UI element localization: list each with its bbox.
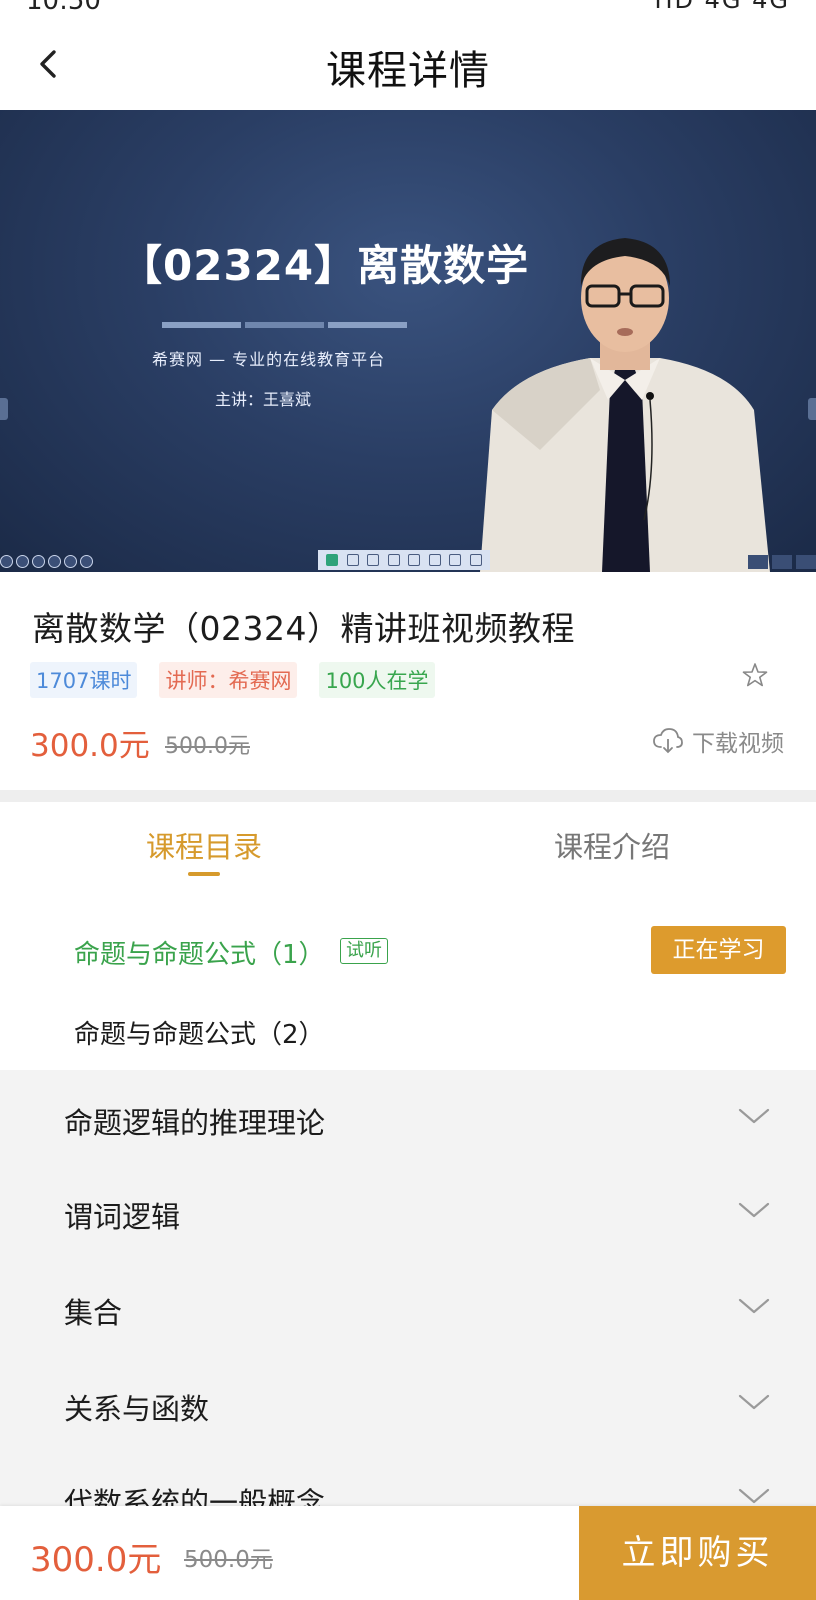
page-title: 课程详情 xyxy=(326,48,490,94)
chapter-item[interactable]: 集合 xyxy=(0,1260,816,1356)
course-detail-page: 10:50 HD 4G 4G 课程详情 【02324】离散数学 希赛网 — 专业… xyxy=(0,0,816,1600)
tab-intro[interactable]: 课程介绍 xyxy=(408,824,816,866)
chevron-down-icon xyxy=(738,1488,770,1504)
lesson-name: 命题与命题公式（2） xyxy=(74,1020,325,1050)
presenter-image xyxy=(480,238,770,572)
status-time: 10:50 xyxy=(26,0,101,16)
section-divider xyxy=(0,790,816,802)
chapter-item[interactable]: 命题逻辑的推理理论 xyxy=(0,1070,816,1166)
active-tab-indicator xyxy=(188,872,220,876)
next-arrow[interactable] xyxy=(808,398,816,420)
course-tags: 1707课时 讲师：希赛网 100人在学 xyxy=(30,662,435,698)
video-player[interactable]: 【02324】离散数学 希赛网 — 专业的在线教育平台 主讲：王喜斌 xyxy=(0,110,816,572)
slide-divider xyxy=(162,322,407,328)
chevron-down-icon xyxy=(738,1394,770,1410)
tab-catalog[interactable]: 课程目录 xyxy=(0,824,408,866)
status-bar: 10:50 HD 4G 4G xyxy=(0,0,816,18)
chevron-down-icon xyxy=(738,1202,770,1218)
chapter-item[interactable]: 谓词逻辑 xyxy=(0,1164,816,1260)
chapter-name: 命题逻辑的推理理论 xyxy=(64,1106,326,1140)
header: 课程详情 xyxy=(0,18,816,110)
prev-arrow[interactable] xyxy=(0,398,8,420)
hours-tag: 1707课时 xyxy=(30,662,138,698)
lesson-item[interactable]: 命题与命题公式（2） xyxy=(0,990,816,1070)
slide-title: 【02324】离散数学 xyxy=(120,241,530,290)
slide-subtitle: 希赛网 — 专业的在线教育平台 xyxy=(152,350,386,369)
chapter-list: 命题逻辑的推理理论 谓词逻辑 集合 关系与函数 代数系统的一般概念 xyxy=(0,1070,816,1510)
chevron-down-icon xyxy=(738,1108,770,1124)
trial-badge: 试听 xyxy=(340,938,388,964)
course-price: 300.0元 xyxy=(30,728,150,764)
player-controls-left[interactable] xyxy=(0,555,93,568)
chapter-item[interactable]: 代数系统的一般概念 xyxy=(0,1450,816,1510)
chapter-item[interactable]: 关系与函数 xyxy=(0,1356,816,1452)
chevron-down-icon xyxy=(738,1298,770,1314)
lesson-name: 命题与命题公式（1） xyxy=(74,940,325,970)
bottom-original-price: 500.0元 xyxy=(184,1547,273,1573)
whiteboard-toolbar[interactable] xyxy=(318,550,490,570)
download-video-button[interactable]: 下载视频 xyxy=(652,724,784,758)
purchase-bar: 300.0元 500.0元 立即购买 xyxy=(0,1506,816,1600)
studying-button[interactable]: 正在学习 xyxy=(651,926,786,974)
teacher-tag: 讲师：希赛网 xyxy=(159,662,298,698)
learners-tag: 100人在学 xyxy=(319,662,435,698)
buy-now-button[interactable]: 立即购买 xyxy=(579,1506,816,1600)
course-info: 离散数学（02324）精讲班视频教程 1707课时 讲师：希赛网 100人在学 … xyxy=(0,572,816,790)
star-outline-icon[interactable] xyxy=(742,662,768,688)
cloud-download-icon xyxy=(653,728,683,754)
download-label: 下载视频 xyxy=(692,731,784,757)
course-title: 离散数学（02324）精讲班视频教程 xyxy=(32,609,575,648)
bottom-price: 300.0元 xyxy=(30,1540,162,1580)
chapter-name: 关系与函数 xyxy=(64,1392,210,1426)
player-controls-right[interactable] xyxy=(748,555,816,569)
status-indicators: HD 4G 4G xyxy=(654,0,790,14)
chapter-name: 谓词逻辑 xyxy=(64,1200,181,1234)
course-tabs: 课程目录 课程介绍 xyxy=(0,802,816,892)
chapter-name: 集合 xyxy=(64,1296,123,1330)
lesson-item[interactable]: 命题与命题公式（1） 试听 正在学习 xyxy=(0,910,816,990)
course-original-price: 500.0元 xyxy=(165,734,250,759)
slide-speaker: 主讲：王喜斌 xyxy=(215,390,312,409)
